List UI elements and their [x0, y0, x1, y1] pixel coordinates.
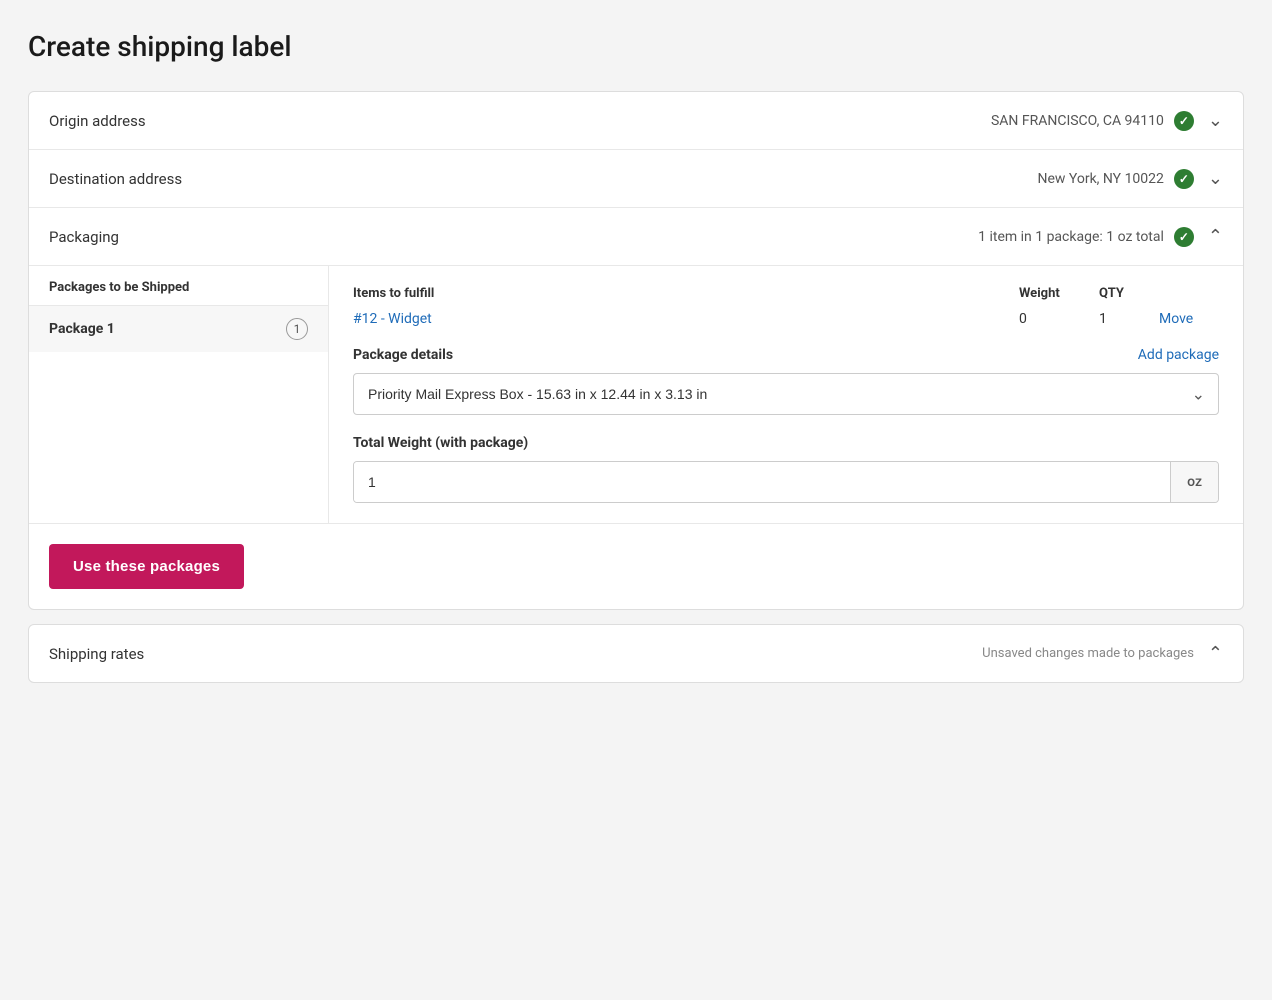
- item-qty: 1: [1099, 311, 1159, 327]
- page-title: Create shipping label: [28, 30, 1244, 63]
- packages-col-header: Packages to be Shipped: [29, 266, 328, 305]
- package-select-wrapper: Priority Mail Express Box - 15.63 in x 1…: [353, 373, 1219, 415]
- packaging-right: 1 item in 1 package: 1 oz total ⌃: [978, 226, 1223, 247]
- weight-header: Weight: [1019, 286, 1099, 301]
- items-fulfill-header: Items to fulfill: [353, 286, 1019, 301]
- weight-input[interactable]: [354, 462, 1170, 502]
- origin-chevron-down-icon: ⌄: [1208, 110, 1223, 131]
- shipping-rates-right: Unsaved changes made to packages ⌃: [982, 643, 1223, 664]
- page-wrapper: Create shipping label Origin address SAN…: [0, 0, 1272, 1000]
- item-row: #12 - Widget 0 1 Move: [353, 311, 1219, 327]
- destination-address-label: Destination address: [49, 170, 182, 188]
- destination-address-row[interactable]: Destination address New York, NY 10022 ⌄: [29, 150, 1243, 208]
- packaging-summary: 1 item in 1 package: 1 oz total: [978, 229, 1164, 245]
- package-details-header: Package details Add package: [353, 347, 1219, 363]
- package-details-label: Package details: [353, 347, 453, 363]
- package-1-row[interactable]: Package 1 1: [29, 305, 328, 352]
- package-1-label: Package 1: [49, 321, 115, 337]
- packaging-header-row[interactable]: Packaging 1 item in 1 package: 1 oz tota…: [29, 208, 1243, 266]
- shipping-rates-card: Shipping rates Unsaved changes made to p…: [28, 624, 1244, 683]
- destination-check-icon: [1174, 169, 1194, 189]
- packaging-body: Packages to be Shipped Package 1 1 Items…: [29, 266, 1243, 609]
- origin-address-value: SAN FRANCISCO, CA 94110: [991, 113, 1164, 129]
- origin-address-label: Origin address: [49, 112, 146, 130]
- action-bar: Use these packages: [29, 524, 1243, 609]
- qty-header: QTY: [1099, 286, 1159, 301]
- unsaved-changes-text: Unsaved changes made to packages: [982, 646, 1194, 661]
- shipping-rates-header-row[interactable]: Shipping rates Unsaved changes made to p…: [29, 625, 1243, 682]
- weight-input-wrapper: oz: [353, 461, 1219, 503]
- origin-check-icon: [1174, 111, 1194, 131]
- items-headers: Items to fulfill Weight QTY: [353, 286, 1219, 301]
- package-1-badge: 1: [286, 318, 308, 340]
- packages-table: Packages to be Shipped Package 1 1 Items…: [29, 266, 1243, 524]
- destination-chevron-down-icon: ⌄: [1208, 168, 1223, 189]
- destination-address-right: New York, NY 10022 ⌄: [1037, 168, 1223, 189]
- packaging-label: Packaging: [49, 228, 119, 246]
- add-package-button[interactable]: Add package: [1138, 347, 1219, 363]
- shipping-rates-chevron-up-icon: ⌃: [1208, 643, 1223, 664]
- main-card: Origin address SAN FRANCISCO, CA 94110 ⌄…: [28, 91, 1244, 610]
- use-packages-button[interactable]: Use these packages: [49, 544, 244, 589]
- item-weight: 0: [1019, 311, 1099, 327]
- packages-left: Packages to be Shipped Package 1 1: [29, 266, 329, 523]
- item-link[interactable]: #12 - Widget: [353, 311, 1019, 327]
- origin-address-row[interactable]: Origin address SAN FRANCISCO, CA 94110 ⌄: [29, 92, 1243, 150]
- packaging-chevron-up-icon: ⌃: [1208, 226, 1223, 247]
- shipping-rates-label: Shipping rates: [49, 645, 144, 663]
- packaging-check-icon: [1174, 227, 1194, 247]
- origin-address-right: SAN FRANCISCO, CA 94110 ⌄: [991, 110, 1223, 131]
- packages-right: Items to fulfill Weight QTY #12 - Widget…: [329, 266, 1243, 523]
- move-button[interactable]: Move: [1159, 311, 1219, 327]
- weight-label: Total Weight (with package): [353, 435, 1219, 451]
- destination-address-value: New York, NY 10022: [1037, 171, 1163, 187]
- weight-unit: oz: [1170, 462, 1218, 502]
- package-select[interactable]: Priority Mail Express Box - 15.63 in x 1…: [353, 373, 1219, 415]
